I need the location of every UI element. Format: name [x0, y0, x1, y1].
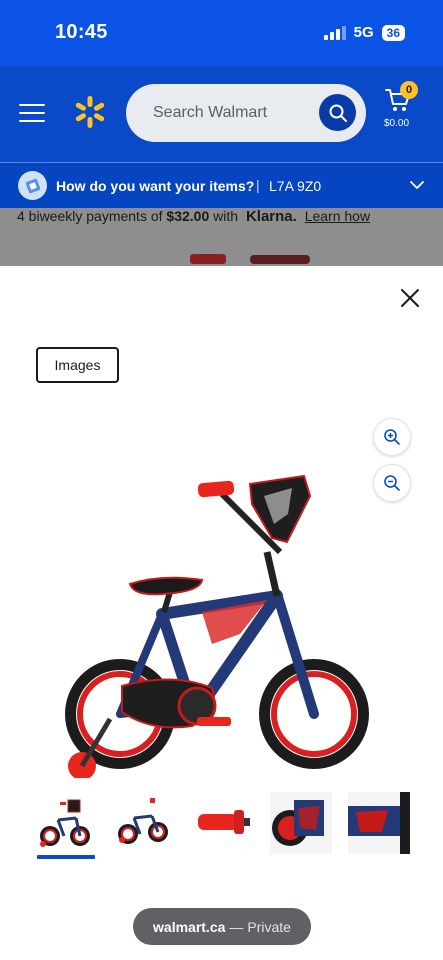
thumbnail-front-detail[interactable] [270, 792, 332, 854]
product-main-image [65, 474, 369, 778]
delivery-selector[interactable]: How do you want your items? | L7A 9Z0 [0, 162, 443, 208]
delivery-separator: | [256, 177, 260, 193]
cart-total: $0.00 [384, 118, 410, 129]
thumbnail-handlebar-grip[interactable] [192, 792, 254, 854]
thumbnail-bike-side[interactable] [34, 792, 96, 854]
search-button[interactable] [319, 94, 356, 131]
delivery-question: How do you want your items? [56, 178, 255, 194]
walmart-spark-icon[interactable] [72, 94, 108, 130]
zoom-out-icon [384, 475, 400, 491]
delivery-icon [18, 171, 47, 200]
thumbnail-selected-indicator [37, 855, 95, 859]
zoom-in-icon [384, 429, 400, 445]
cart-count-badge: 0 [400, 81, 418, 99]
chevron-down-icon [410, 181, 424, 189]
klarna-logo: Klarna. [245, 208, 297, 225]
menu-icon[interactable] [19, 104, 45, 124]
search-input[interactable]: Search Walmart [126, 84, 366, 142]
tab-images[interactable]: Images [36, 347, 119, 383]
klarna-prefix: 4 biweekly payments of [17, 208, 163, 224]
background-product-image [190, 254, 226, 264]
url-separator: — [229, 918, 244, 935]
private-mode-label: Private [247, 918, 291, 935]
thumbnail-frame-detail[interactable] [348, 792, 410, 854]
site-header: Search Walmart 0 $0.00 [0, 66, 443, 162]
klarna-learn-link[interactable]: Learn how [305, 208, 370, 224]
zoom-in-button[interactable] [373, 418, 411, 456]
thumbnail-bike-angle[interactable] [112, 792, 174, 854]
close-icon[interactable] [399, 287, 421, 309]
search-icon [329, 104, 347, 122]
search-placeholder: Search Walmart [153, 104, 268, 121]
klarna-payment-line: 4 biweekly payments of $32.00 with Klarn… [17, 208, 370, 225]
klarna-with: with [213, 208, 239, 224]
status-indicators: 5G 36 [323, 24, 405, 41]
battery-icon: 36 [381, 24, 405, 41]
browser-url-pill[interactable]: walmart.ca — Private [133, 908, 311, 945]
thumbnail-strip [34, 792, 414, 862]
signal-icon [323, 25, 346, 40]
cart-button[interactable]: 0 $0.00 [382, 81, 426, 136]
status-bar: 10:45 5G 36 [0, 0, 443, 66]
url-domain: walmart.ca [153, 918, 226, 935]
postal-code: L7A 9Z0 [269, 178, 322, 194]
background-product-image-part [250, 255, 310, 264]
image-viewer-modal: Images [0, 266, 443, 960]
network-type: 5G [353, 24, 374, 41]
status-time: 10:45 [55, 21, 108, 43]
background-product-page: 4 biweekly payments of $32.00 with Klarn… [0, 208, 443, 266]
klarna-amount: $32.00 [166, 208, 210, 224]
